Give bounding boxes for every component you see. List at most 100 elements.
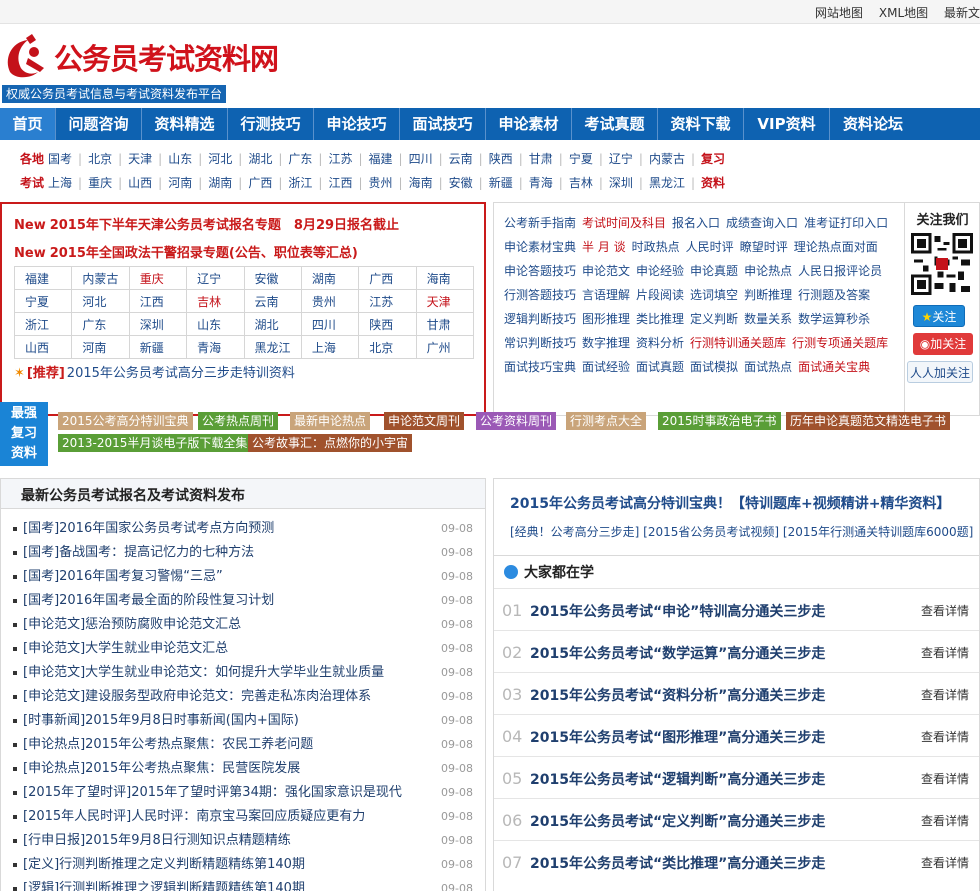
province-link[interactable]: 山东 [186,312,245,336]
news-title[interactable]: [2015年人民时评]人民时评：南京宝马案回应质疑应更有力 [23,809,365,824]
region-link[interactable]: 浙江 [288,176,312,190]
popular-title[interactable]: 2015年公务员考试“图形推理”高分通关三步走 [530,727,825,747]
news-title[interactable]: [国考]2016年国考最全面的阶段性复习计划 [23,593,274,608]
quick-link[interactable]: 定义判断 [690,312,738,326]
region-link[interactable]: 江西 [328,176,352,190]
renren-follow-button[interactable]: 人人加关注 [907,361,973,383]
quick-link[interactable]: 类比推理 [636,312,684,326]
nav-item[interactable]: 资料下载 [658,108,744,140]
quick-link[interactable]: 面试通关宝典 [798,360,870,374]
hot-headline-2[interactable]: New 2015年全国政法干警招录专题(公告、职位表等汇总) [14,242,358,261]
popular-title[interactable]: 2015年公务员考试“申论”特训高分通关三步走 [530,601,825,621]
news-title[interactable]: [时事新闻]2015年9月8日时事新闻(国内+国际) [23,713,299,728]
quick-link[interactable]: 常识判断技巧 [504,336,576,350]
region-link[interactable]: 北京 [88,152,112,166]
nav-item[interactable]: 行测技巧 [228,108,314,140]
news-item[interactable]: [行申日报]2015年9月8日行测知识点精题精练 09-08 [13,829,473,853]
popular-item[interactable]: 03 2015年公务员考试“资料分析”高分通关三步走 查看详情 [494,672,979,714]
view-details-link[interactable]: 查看详情 [921,812,969,829]
popular-title[interactable]: 2015年公务员考试“逻辑判断”高分通关三步走 [530,769,825,789]
region-row-end[interactable]: 资料 [701,176,725,190]
region-link[interactable]: 云南 [449,152,473,166]
quick-link[interactable]: 行测答题技巧 [504,288,576,302]
province-link[interactable]: 重庆 [128,266,188,290]
nav-item[interactable]: 申论技巧 [314,108,400,140]
province-link[interactable]: 河南 [71,335,130,359]
quick-link[interactable]: 申论热点 [744,264,792,278]
quick-link[interactable]: 面试技巧宝典 [504,360,576,374]
province-link[interactable]: 浙江 [13,312,73,336]
nav-item[interactable]: 问题咨询 [56,108,142,140]
news-item[interactable]: [申论范文]建设服务型政府申论范文：完善走私冻肉治理体系 09-08 [13,685,473,709]
review-tag[interactable]: 历年申论真题范文精选电子书 [786,412,951,430]
latest-link[interactable]: 最新文 [944,6,980,20]
region-row-end[interactable]: 复习 [701,152,725,166]
quick-link[interactable]: 行测题及答案 [798,288,870,302]
news-title[interactable]: [国考]备战国考：提高记忆力的七种方法 [23,545,254,560]
quick-link[interactable]: 面试热点 [744,360,792,374]
news-item[interactable]: [申论范文]惩治预防腐败申论范文汇总 09-08 [13,613,473,637]
review-tag[interactable]: 公考故事汇：点燃你的小宇宙 [248,434,413,452]
nav-item[interactable]: 申论素材 [486,108,572,140]
province-link[interactable]: 深圳 [128,312,188,336]
region-link[interactable]: 重庆 [88,176,112,190]
province-link[interactable]: 湖北 [243,312,302,336]
region-link[interactable]: 安徽 [449,176,473,190]
region-link[interactable]: 新疆 [489,176,513,190]
review-tag[interactable]: 2013-2015半月谈电子版下载全集 [58,434,252,452]
region-link[interactable]: 深圳 [609,176,633,190]
quick-link[interactable]: 面试经验 [582,360,630,374]
popular-item[interactable]: 01 2015年公务员考试“申论”特训高分通关三步走 查看详情 [494,588,979,630]
review-tag[interactable]: 行测考点大全 [566,412,647,430]
quick-link[interactable]: 行测特训通关题库 [690,336,786,350]
quick-link[interactable]: 行测专项通关题库 [792,336,888,350]
quick-link[interactable]: 人民时评 [686,240,734,254]
news-item[interactable]: [定义]行测判断推理之定义判断精题精练第140期 09-08 [13,853,473,877]
region-link[interactable]: 贵州 [369,176,393,190]
province-link[interactable]: 广州 [415,335,475,359]
quick-link[interactable]: 时政热点 [632,240,680,254]
review-tag[interactable]: 2015时事政治电子书 [658,412,781,430]
province-link[interactable]: 湖南 [300,266,360,290]
quick-link[interactable]: 选词填空 [690,288,738,302]
popular-title[interactable]: 2015年公务员考试“定义判断”高分通关三步走 [530,811,825,831]
news-title[interactable]: [国考]2016年国考复习警惕“三忌” [23,569,223,584]
news-item[interactable]: [逻辑]行测判断推理之逻辑判断精题精练第140期 09-08 [13,877,473,891]
news-item[interactable]: [2015年了望时评]2015年了望时评第34期：强化国家意识是现代 09-08 [13,781,473,805]
region-link[interactable]: 黑龙江 [649,176,685,190]
news-title[interactable]: [逻辑]行测判断推理之逻辑判断精题精练第140期 [23,881,305,891]
quick-link[interactable]: 瞭望时评 [740,240,788,254]
province-link[interactable]: 辽宁 [186,266,245,290]
news-title[interactable]: [申论范文]大学生就业申论范文：如何提升大学毕业生就业质量 [23,665,384,680]
province-link[interactable]: 江苏 [358,289,417,313]
news-item[interactable]: [国考]2016年国考复习警惕“三忌” 09-08 [13,565,473,589]
province-link[interactable]: 新疆 [128,335,188,359]
view-details-link[interactable]: 查看详情 [921,644,969,661]
popular-title[interactable]: 2015年公务员考试“数学运算”高分通关三步走 [530,643,825,663]
region-link[interactable]: 内蒙古 [649,152,685,166]
region-link[interactable]: 辽宁 [609,152,633,166]
quick-link[interactable]: 判断推理 [744,288,792,302]
region-link[interactable]: 湖北 [248,152,272,166]
quick-link[interactable]: 面试模拟 [690,360,738,374]
nav-item[interactable]: 面试技巧 [400,108,486,140]
province-link[interactable]: 黑龙江 [243,335,302,359]
quick-link[interactable]: 申论真题 [690,264,738,278]
quick-link[interactable]: 言语理解 [582,288,630,302]
news-item[interactable]: [国考]2016年国家公务员考试考点方向预测 09-08 [13,517,473,541]
news-title[interactable]: [申论范文]惩治预防腐败申论范文汇总 [23,617,241,632]
sitemap-link[interactable]: 网站地图 [815,6,863,20]
province-link[interactable]: 吉林 [186,289,245,313]
hot-headline-1[interactable]: New 2015年下半年天津公务员考试报名专题 8月29日报名截止 [14,214,399,233]
review-tag[interactable]: 申论范文周刊 [384,412,465,430]
region-link[interactable]: 山东 [168,152,192,166]
province-link[interactable]: 福建 [13,266,73,290]
news-item[interactable]: [申论范文]大学生就业申论范文汇总 09-08 [13,637,473,661]
region-link[interactable]: 海南 [409,176,433,190]
popular-item[interactable]: 04 2015年公务员考试“图形推理”高分通关三步走 查看详情 [494,714,979,756]
review-tag[interactable]: 公考热点周刊 [198,412,279,430]
quick-link[interactable]: 准考证打印入口 [804,216,888,230]
nav-item[interactable]: 资料论坛 [830,108,916,140]
news-title[interactable]: [申论热点]2015年公考热点聚焦：民营医院发展 [23,761,300,776]
review-tag[interactable]: 2015公考高分特训宝典 [58,412,193,430]
